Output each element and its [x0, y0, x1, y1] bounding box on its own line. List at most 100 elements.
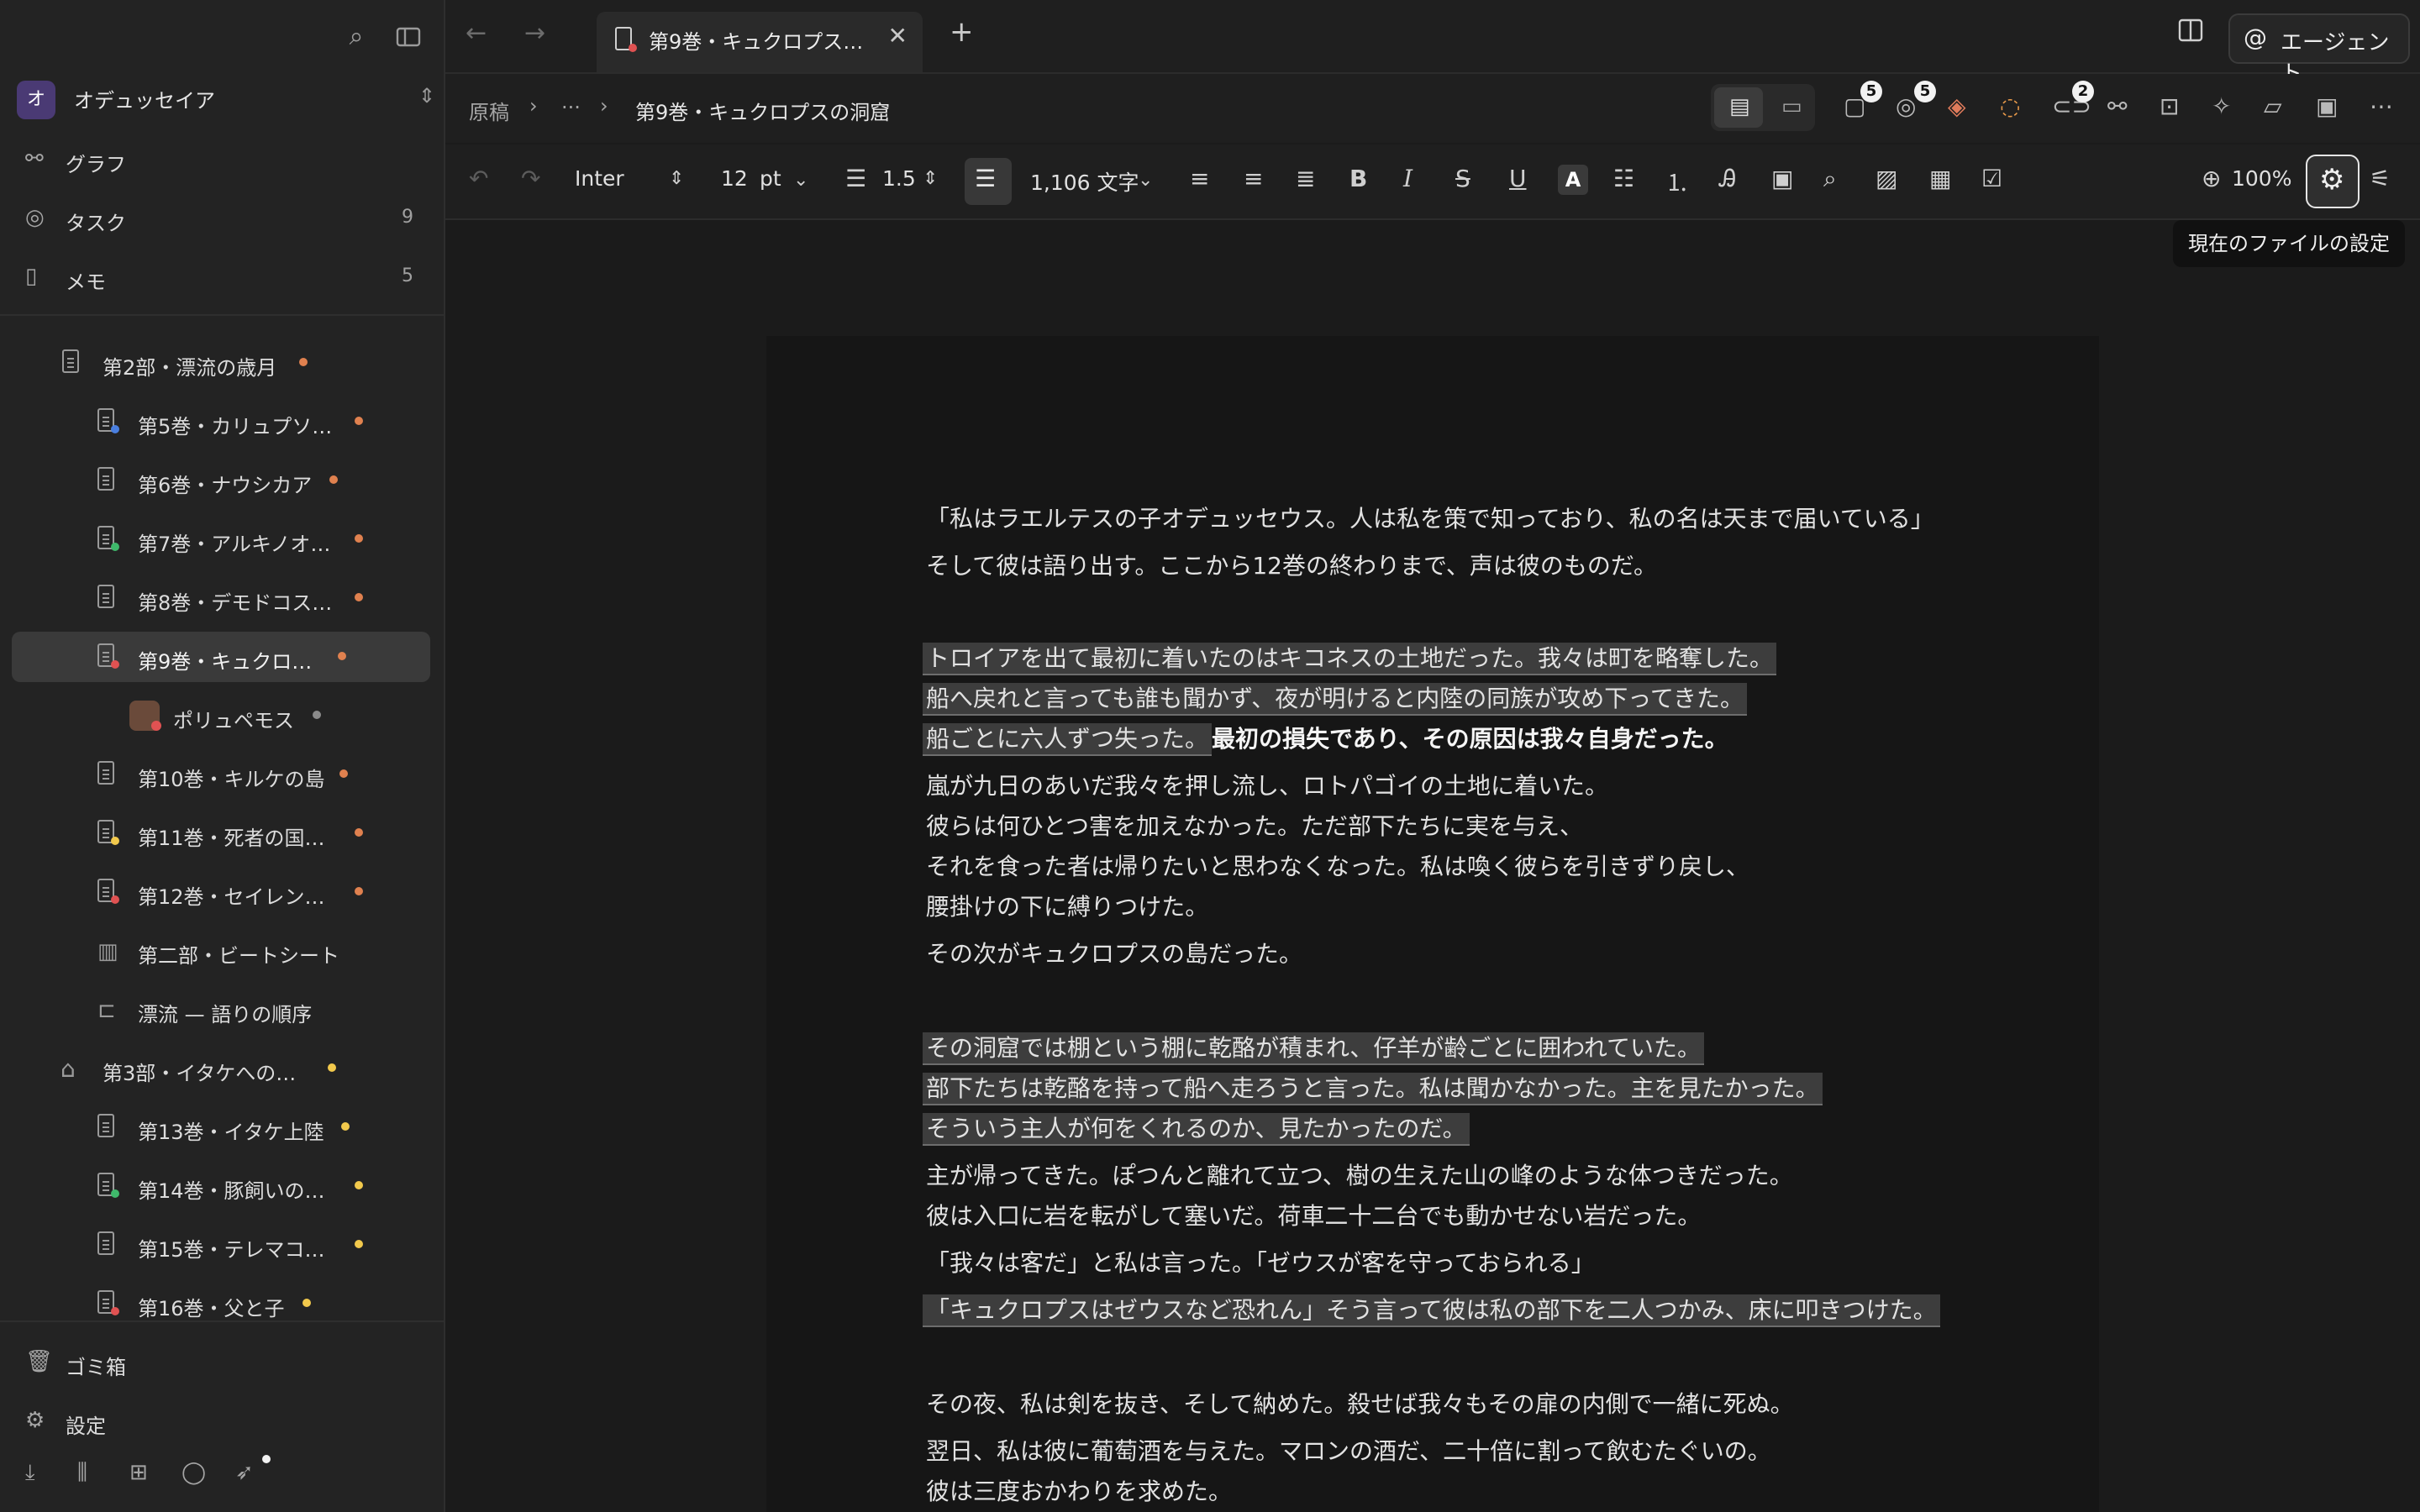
folder-icon[interactable]: ▭: [1781, 94, 1802, 119]
paragraph[interactable]: それを食った者は帰りたいと思わなくなった。私は喚く彼らを引きずり戻し、: [926, 848, 1749, 882]
tree-item[interactable]: ポリュペモス: [34, 692, 429, 739]
status-circle-icon[interactable]: ◌: [2000, 92, 2020, 120]
tree-item[interactable]: 第16巻・父と子: [34, 1280, 429, 1319]
chevron-down-icon[interactable]: ⌄: [1138, 170, 1153, 191]
tree-item[interactable]: 第13巻・イタケ上陸: [34, 1104, 429, 1151]
chat-icon[interactable]: ◯: [182, 1460, 206, 1485]
word-count[interactable]: 1,106 文字: [1030, 166, 1139, 197]
split-view-icon[interactable]: [2178, 18, 2203, 45]
new-tab-button[interactable]: +: [950, 15, 974, 49]
agent-button[interactable]: @ エージェント: [2228, 13, 2410, 87]
gift-icon[interactable]: ⊞: [129, 1460, 148, 1485]
paragraph[interactable]: 主が帰ってきた。ぽつんと離れて立つ、樹の生えた山の峰のような体つきだった。: [926, 1158, 1793, 1191]
paragraph[interactable]: 「私はラエルテスの子オデュッセウス。人は私を策で知っており、私の名は天まで届いて…: [926, 501, 1934, 534]
file-settings-button[interactable]: ⚙: [2306, 155, 2360, 208]
tree-item[interactable]: 第10巻・キルケの島: [34, 751, 429, 798]
search-icon[interactable]: ⌕: [1823, 165, 1837, 193]
clear-format-icon[interactable]: Ꭿ: [1719, 165, 1736, 193]
paragraph[interactable]: その夜、私は剣を抜き、そして納めた。殺せば我々もその扉の内側で一緒に死ぬ。: [926, 1386, 1794, 1420]
text-color-icon[interactable]: A: [1558, 165, 1588, 195]
workspace-switcher[interactable]: オ オデュッセイア ⇕: [15, 79, 435, 119]
bold-text[interactable]: 最初の損失であり、その原因は我々自身だった。: [1212, 725, 1728, 753]
highlighted-text[interactable]: トロイアを出て最初に着いたのはキコネスの土地だった。我々は町を略奪した。: [923, 643, 1777, 675]
line-height-value[interactable]: 1.5: [882, 166, 916, 191]
id-card-icon[interactable]: ▣: [2316, 92, 2338, 120]
tab-active[interactable]: 第9巻・キュクロプス… ✕: [597, 12, 923, 72]
breadcrumb-ellipsis[interactable]: ···: [561, 96, 581, 119]
back-arrow-icon[interactable]: ←: [466, 18, 487, 48]
image-icon[interactable]: ▨: [1876, 165, 1897, 192]
tree-item[interactable]: 第5巻・カリュプソ…: [34, 398, 429, 445]
tree-item[interactable]: 第15巻・テレマコ…: [34, 1221, 429, 1268]
align-center-icon[interactable]: ≡: [1190, 165, 1209, 192]
tasks-icon[interactable]: ◎: [1896, 92, 1916, 120]
highlighted-text[interactable]: 部下たちは乾酪を持って船へ走ろうと言った。私は聞かなかった。主を見たかった。: [923, 1073, 1823, 1105]
tree-item[interactable]: ⊏ 漂流 — 語りの順序: [34, 986, 429, 1033]
align-right-icon[interactable]: ≡: [1244, 165, 1263, 192]
download-icon[interactable]: ⤓: [25, 1460, 35, 1486]
paragraph[interactable]: 「我々は客だ」と私は言った。「ゼウスが客を守っておられる」: [926, 1245, 1595, 1278]
sliders-icon[interactable]: ⚟: [2370, 165, 2391, 192]
text-box-icon[interactable]: ▣: [1771, 165, 1793, 192]
tree-item[interactable]: 第7巻・アルキノオ…: [34, 516, 429, 563]
font-select[interactable]: Inter: [575, 166, 624, 191]
highlighted-text[interactable]: 船へ戻れと言っても誰も聞かず、夜が明けると内陸の同族が攻め下ってきた。: [923, 683, 1748, 716]
chart-icon[interactable]: ⫼: [77, 1460, 87, 1486]
tree-item[interactable]: ▥ 第二部・ビートシート: [34, 927, 429, 974]
underline-icon[interactable]: U: [1509, 165, 1527, 192]
nav-graph[interactable]: ⚯ グラフ: [15, 136, 418, 183]
sidebar-toggle-icon[interactable]: [392, 20, 425, 54]
paragraph[interactable]: そして彼は語り出す。ここから12巻の終わりまで、声は彼のものだ。: [926, 548, 1657, 581]
highlighted-text[interactable]: その洞窟では棚という棚に乾酪が積まれ、仔羊が齢ごとに囲われていた。: [923, 1032, 1705, 1065]
numbered-list-icon[interactable]: ⒈: [1665, 165, 1689, 198]
forward-arrow-icon[interactable]: →: [524, 18, 545, 48]
highlighted-text[interactable]: 船ごとに六人ずつ失った。: [923, 723, 1213, 756]
document-view-icon[interactable]: ▤: [1729, 94, 1750, 119]
chevron-updown-icon[interactable]: ⇕: [923, 168, 938, 189]
paragraph[interactable]: 彼らは何ひとつ害を加えなかった。ただ部下たちに実を与え、: [926, 808, 1583, 842]
bold-icon[interactable]: B: [1349, 165, 1367, 192]
tree-item-selected[interactable]: 第9巻・キュクロ…: [12, 632, 430, 682]
tree-item[interactable]: ⌂ 第3部・イタケへの…: [34, 1045, 429, 1092]
highlighted-text[interactable]: そういう主人が何をくれるのか、見たかったのだ。: [923, 1113, 1470, 1146]
zoom-icon[interactable]: ⊕: [2202, 165, 2221, 192]
focus-icon[interactable]: ⊡: [2160, 92, 2179, 120]
document-page[interactable]: 「私はラエルテスの子オデュッセウス。人は私を策で知っており、私の名は天まで届いて…: [766, 336, 2099, 1512]
tree-item[interactable]: 第14巻・豚飼いの…: [34, 1163, 429, 1210]
chevron-updown-icon[interactable]: ⇕: [669, 168, 684, 189]
strikethrough-icon[interactable]: S: [1455, 165, 1470, 192]
trash-link[interactable]: 🗑 ゴミ箱: [15, 1339, 418, 1386]
highlighted-text[interactable]: 「キュクロプスはゼウスなど恐れん」そう言って彼は私の部下を二人つかみ、床に叩きつ…: [923, 1294, 1940, 1327]
chevron-down-icon[interactable]: ⌄: [793, 170, 808, 191]
breadcrumb-current[interactable]: 第9巻・キュクロプスの洞窟: [635, 96, 890, 125]
breadcrumb-root[interactable]: 原稿: [469, 96, 509, 125]
tree-item[interactable]: 第6巻・ナウシカア: [34, 457, 429, 504]
view-switcher[interactable]: ▤ ▭: [1711, 84, 1815, 131]
search-icon[interactable]: ⌕: [339, 20, 373, 54]
table-icon[interactable]: ▦: [1929, 165, 1951, 192]
settings-link[interactable]: ⚙ 設定: [15, 1398, 418, 1445]
tree-item[interactable]: 第12巻・セイレン…: [34, 869, 429, 916]
tree-item[interactable]: 第8巻・デモドコス…: [34, 575, 429, 622]
undo-icon[interactable]: ↶: [469, 165, 488, 192]
redo-icon[interactable]: ↷: [521, 165, 540, 192]
paragraph[interactable]: 彼は三度おかわりを求めた。: [926, 1473, 1232, 1507]
zoom-level[interactable]: 100%: [2232, 166, 2291, 191]
paragraph[interactable]: 嵐が九日のあいだ我々を押し流し、ロトパゴイの土地に着いた。: [926, 768, 1608, 801]
close-icon[interactable]: ✕: [888, 22, 908, 50]
rocket-icon[interactable]: ➶: [235, 1460, 254, 1485]
tree-item[interactable]: 第2部・漂流の歳月: [34, 339, 429, 386]
paragraph[interactable]: 腰掛けの下に縛りつけた。: [926, 889, 1208, 922]
nav-notes[interactable]: ▯ メモ 5: [15, 254, 418, 301]
bullet-list-icon[interactable]: ☷: [1613, 165, 1634, 192]
justify-icon[interactable]: ≣: [1296, 165, 1315, 192]
comment-icon[interactable]: ▱: [2264, 92, 2282, 120]
graph-icon[interactable]: ⚯: [2107, 92, 2127, 120]
checkbox-icon[interactable]: ☑: [1981, 165, 2002, 192]
font-size-value[interactable]: 12: [721, 166, 748, 191]
paragraph[interactable]: 彼は入口に岩を転がして塞いだ。荷車二十二台でも動かせない岩だった。: [926, 1198, 1701, 1231]
italic-icon[interactable]: I: [1403, 165, 1413, 192]
more-icon[interactable]: ⋯: [2370, 92, 2393, 120]
paragraph[interactable]: その次がキュクロプスの島だった。: [926, 936, 1302, 969]
tag-icon[interactable]: ◈: [1948, 92, 1966, 120]
